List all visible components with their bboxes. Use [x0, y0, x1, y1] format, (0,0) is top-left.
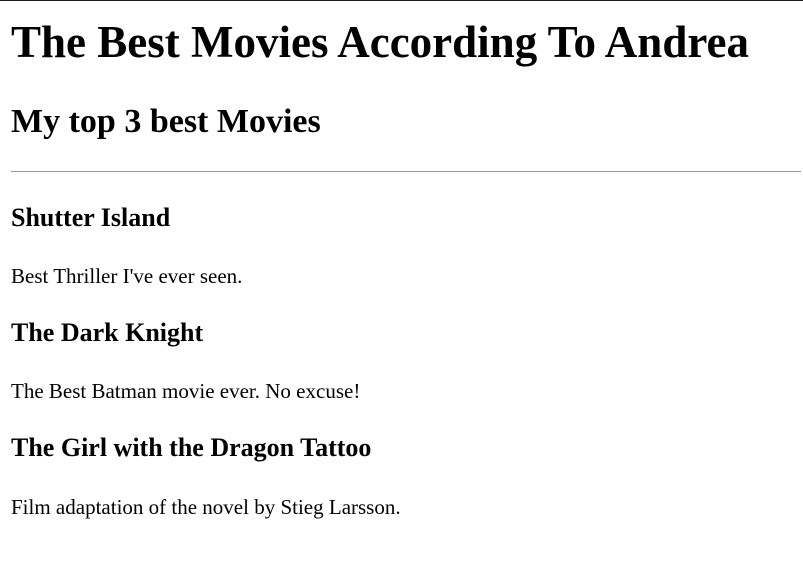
movie-title-2: The Dark Knight — [11, 318, 204, 347]
divider — [11, 171, 801, 172]
movie-title-3: The Girl with the Dragon Tattoo — [11, 433, 372, 462]
page-subtitle: My top 3 best Movies — [11, 103, 321, 140]
movie-description-2: The Best Batman movie ever. No excuse! — [11, 379, 361, 403]
page-title: The Best Movies According To Andrea — [11, 17, 749, 67]
movie-description-1: Best Thriller I've ever seen. — [11, 264, 243, 288]
movie-title-1: Shutter Island — [11, 203, 171, 232]
movie-description-3: Film adaptation of the novel by Stieg La… — [11, 495, 401, 519]
